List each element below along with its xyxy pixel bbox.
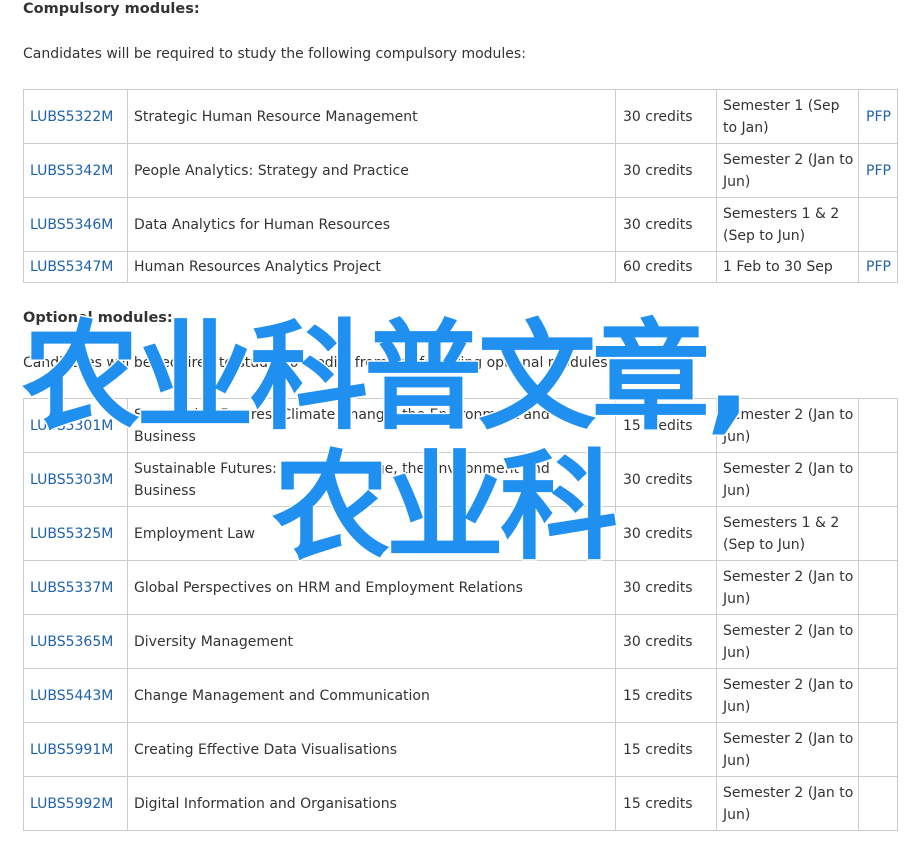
- module-title: Human Resources Analytics Project: [127, 251, 616, 283]
- module-title: People Analytics: Strategy and Practice: [127, 143, 616, 198]
- module-title: Creating Effective Data Visualisations: [127, 722, 616, 777]
- table-row: LUBS5365M Diversity Management 30 credit…: [23, 614, 898, 669]
- pfp-cell: [858, 776, 898, 831]
- table-row: LUBS5301M Sustainable Futures: Climate C…: [23, 398, 898, 453]
- module-credits: 15 credits: [615, 776, 717, 831]
- table-row: LUBS5347M Human Resources Analytics Proj…: [23, 251, 898, 283]
- module-semester: Semester 2 (Jan to Jun): [716, 143, 859, 198]
- module-title: Strategic Human Resource Management: [127, 89, 616, 144]
- table-row: LUBS5991M Creating Effective Data Visual…: [23, 722, 898, 777]
- module-code-link[interactable]: LUBS5346M: [23, 197, 128, 252]
- module-code-link[interactable]: LUBS5325M: [23, 506, 128, 561]
- pfp-cell: [858, 506, 898, 561]
- module-title: Change Management and Communication: [127, 668, 616, 723]
- module-semester: Semesters 1 & 2 (Sep to Jun): [716, 506, 859, 561]
- module-code-link[interactable]: LUBS5365M: [23, 614, 128, 669]
- module-code-link[interactable]: LUBS5991M: [23, 722, 128, 777]
- module-credits: 15 credits: [615, 398, 717, 453]
- table-row: LUBS5992M Digital Information and Organi…: [23, 776, 898, 831]
- module-credits: 15 credits: [615, 668, 717, 723]
- module-credits: 30 credits: [615, 614, 717, 669]
- pfp-cell: [858, 197, 898, 252]
- module-credits: 30 credits: [615, 506, 717, 561]
- module-credits: 30 credits: [615, 452, 717, 507]
- module-title: Sustainable Futures: Climate Change, the…: [127, 398, 616, 453]
- module-semester: Semester 2 (Jan to Jun): [716, 614, 859, 669]
- module-credits: 15 credits: [615, 722, 717, 777]
- module-semester: Semester 1 (Sep to Jan): [716, 89, 859, 144]
- table-row: LUBS5346M Data Analytics for Human Resou…: [23, 197, 898, 252]
- pfp-cell: [858, 398, 898, 453]
- pfp-cell: [858, 560, 898, 615]
- module-code-link[interactable]: LUBS5337M: [23, 560, 128, 615]
- table-row: LUBS5342M People Analytics: Strategy and…: [23, 143, 898, 198]
- pfp-cell: [858, 614, 898, 669]
- optional-heading: Optional modules:: [23, 310, 173, 326]
- module-semester: Semester 2 (Jan to Jun): [716, 560, 859, 615]
- module-title: Data Analytics for Human Resources: [127, 197, 616, 252]
- module-semester: Semester 2 (Jan to Jun): [716, 398, 859, 453]
- module-title: Sustainable Futures: Climate Change, the…: [127, 452, 616, 507]
- optional-modules-table: LUBS5301M Sustainable Futures: Climate C…: [23, 398, 898, 831]
- compulsory-intro: Candidates will be required to study the…: [23, 46, 526, 62]
- optional-intro: Candidates will be required to study 30 …: [23, 355, 613, 371]
- module-code-link[interactable]: LUBS5347M: [23, 251, 128, 283]
- module-semester: Semester 2 (Jan to Jun): [716, 668, 859, 723]
- module-semester: Semester 2 (Jan to Jun): [716, 722, 859, 777]
- module-semester: Semesters 1 & 2 (Sep to Jun): [716, 197, 859, 252]
- module-semester: Semester 2 (Jan to Jun): [716, 776, 859, 831]
- module-semester: 1 Feb to 30 Sep: [716, 251, 859, 283]
- module-title: Diversity Management: [127, 614, 616, 669]
- module-code-link[interactable]: LUBS5342M: [23, 143, 128, 198]
- pfp-cell: [858, 668, 898, 723]
- pfp-link[interactable]: PFP: [858, 251, 898, 283]
- pfp-cell: [858, 722, 898, 777]
- compulsory-modules-table: LUBS5322M Strategic Human Resource Manag…: [23, 89, 898, 283]
- module-credits: 30 credits: [615, 560, 717, 615]
- module-credits: 30 credits: [615, 197, 717, 252]
- module-title: Digital Information and Organisations: [127, 776, 616, 831]
- table-row: LUBS5325M Employment Law 30 credits Seme…: [23, 506, 898, 561]
- module-title: Employment Law: [127, 506, 616, 561]
- module-semester: Semester 2 (Jan to Jun): [716, 452, 859, 507]
- pfp-link[interactable]: PFP: [858, 89, 898, 144]
- module-credits: 60 credits: [615, 251, 717, 283]
- pfp-cell: [858, 452, 898, 507]
- module-credits: 30 credits: [615, 143, 717, 198]
- module-code-link[interactable]: LUBS5992M: [23, 776, 128, 831]
- pfp-link[interactable]: PFP: [858, 143, 898, 198]
- module-title: Global Perspectives on HRM and Employmen…: [127, 560, 616, 615]
- compulsory-heading: Compulsory modules:: [23, 1, 200, 17]
- module-credits: 30 credits: [615, 89, 717, 144]
- table-row: LUBS5322M Strategic Human Resource Manag…: [23, 89, 898, 144]
- module-code-link[interactable]: LUBS5443M: [23, 668, 128, 723]
- table-row: LUBS5337M Global Perspectives on HRM and…: [23, 560, 898, 615]
- table-row: LUBS5303M Sustainable Futures: Climate C…: [23, 452, 898, 507]
- table-row: LUBS5443M Change Management and Communic…: [23, 668, 898, 723]
- module-code-link[interactable]: LUBS5301M: [23, 398, 128, 453]
- module-code-link[interactable]: LUBS5303M: [23, 452, 128, 507]
- module-code-link[interactable]: LUBS5322M: [23, 89, 128, 144]
